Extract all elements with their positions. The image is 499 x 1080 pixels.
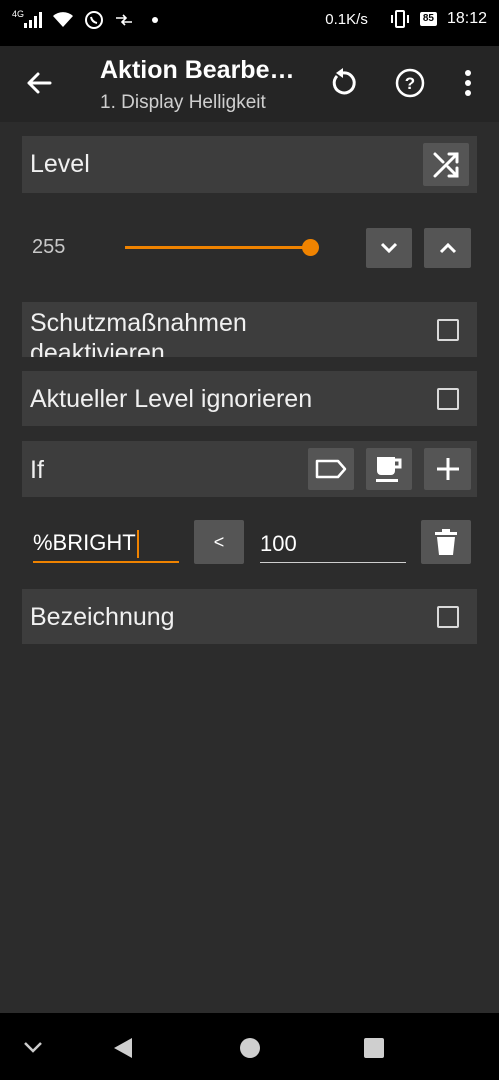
level-value: 255 xyxy=(32,236,66,258)
chevron-up-icon xyxy=(439,242,456,254)
label-option-row[interactable]: Bezeichnung xyxy=(22,589,477,644)
label-tag-icon xyxy=(315,459,347,479)
whatsapp-icon xyxy=(85,11,104,29)
app-toolbar: Aktion Bearbe… 1. Display Helligkeit ? xyxy=(0,46,499,122)
ignore-current-level-label: Aktueller Level ignorieren xyxy=(30,385,313,413)
undo-icon[interactable] xyxy=(326,66,360,100)
increment-button[interactable] xyxy=(424,228,471,268)
level-slider-track[interactable] xyxy=(125,246,310,249)
level-header: Level xyxy=(22,136,477,193)
collapse-chevron-icon[interactable] xyxy=(22,1040,44,1054)
vibrate-icon xyxy=(390,10,409,28)
condition-value-text: 100 xyxy=(260,531,297,556)
disable-safeguards-label: Schutzmaßnahmen deaktivieren xyxy=(30,308,247,357)
coffee-cup-icon xyxy=(376,457,402,482)
page-title: Aktion Bearbe… xyxy=(100,56,295,84)
plus-icon xyxy=(436,458,459,480)
condition-variable-text: %BRIGHT xyxy=(33,530,136,555)
notification-dot-icon xyxy=(152,17,159,23)
signal-icon xyxy=(24,12,43,28)
disable-safeguards-label-line2: deaktivieren xyxy=(30,339,165,357)
back-arrow-icon[interactable] xyxy=(22,66,56,100)
nav-back-icon[interactable] xyxy=(112,1036,134,1060)
wifi-icon xyxy=(53,12,74,27)
operator-button[interactable]: < xyxy=(194,520,244,564)
level-slider-thumb[interactable] xyxy=(302,239,319,256)
if-header: If xyxy=(22,441,477,497)
trash-icon xyxy=(435,529,457,555)
shuffle-button[interactable] xyxy=(423,143,469,186)
data-transfer-icon xyxy=(116,14,133,26)
chevron-down-icon xyxy=(380,242,398,254)
label-option-checkbox[interactable] xyxy=(437,606,459,628)
disable-safeguards-label-line1: Schutzmaßnahmen xyxy=(30,309,247,337)
svg-text:?: ? xyxy=(405,74,415,93)
help-icon[interactable]: ? xyxy=(393,66,427,100)
delete-condition-button[interactable] xyxy=(421,520,471,564)
tag-button[interactable] xyxy=(308,448,354,490)
coffee-button[interactable] xyxy=(366,448,412,490)
text-cursor xyxy=(136,530,139,559)
system-nav-bar xyxy=(0,1013,499,1080)
nav-recents-icon[interactable] xyxy=(363,1037,385,1059)
network-type-label: 4G xyxy=(12,9,25,19)
nav-home-icon[interactable] xyxy=(238,1036,262,1060)
disable-safeguards-row[interactable]: Schutzmaßnahmen deaktivieren xyxy=(22,302,477,357)
ignore-current-level-row[interactable]: Aktueller Level ignorieren xyxy=(22,371,477,426)
ignore-current-level-checkbox[interactable] xyxy=(437,388,459,410)
condition-variable-input[interactable]: %BRIGHT xyxy=(33,525,179,563)
disable-safeguards-checkbox[interactable] xyxy=(437,319,459,341)
operator-label: < xyxy=(213,531,225,552)
shuffle-icon xyxy=(433,152,459,177)
decrement-button[interactable] xyxy=(366,228,412,268)
status-bar: 4G 0.1K/s 85 18:12 xyxy=(0,0,499,46)
condition-value-input[interactable]: 100 xyxy=(260,528,406,563)
battery-indicator: 85 xyxy=(419,12,437,26)
more-vert-icon[interactable] xyxy=(451,66,485,100)
if-label: If xyxy=(30,456,44,484)
network-speed: 0.1K/s xyxy=(325,10,368,28)
add-condition-button[interactable] xyxy=(424,448,471,490)
label-option-label: Bezeichnung xyxy=(30,603,175,631)
level-label: Level xyxy=(30,150,90,178)
clock: 18:12 xyxy=(446,10,487,27)
page-subtitle: 1. Display Helligkeit xyxy=(100,92,266,113)
